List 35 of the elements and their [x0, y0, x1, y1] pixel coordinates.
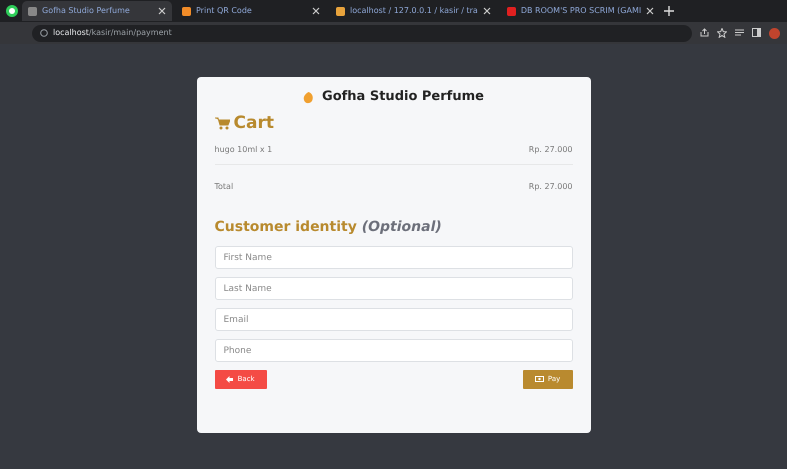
tab-favicon-icon [506, 6, 516, 16]
total-value: Rp. 27.000 [528, 181, 572, 193]
identity-heading: Customer identity [214, 219, 357, 235]
browser-tab[interactable]: Print QR Code [176, 1, 326, 21]
text-field[interactable]: First Name [214, 246, 572, 269]
browser-tab[interactable]: Gofha Studio Perfume [22, 1, 172, 21]
close-icon[interactable] [312, 7, 320, 15]
text-field[interactable]: Email [214, 308, 572, 331]
item-name: hugo 10ml x 1 [214, 144, 272, 156]
info-icon [40, 29, 48, 37]
close-icon[interactable] [482, 7, 491, 15]
address-bar[interactable]: localhost/kasir/main/payment [32, 24, 692, 42]
share-icon[interactable] [700, 28, 709, 36]
logo-icon [303, 90, 314, 104]
cart-icon [214, 116, 230, 130]
money-icon [534, 376, 544, 382]
item-price: Rp. 27.000 [528, 144, 572, 156]
text-field[interactable]: Phone [214, 339, 572, 362]
total-label: Total [214, 181, 234, 193]
browser-tab[interactable]: localhost / 127.0.0.1 / kasir / tra [330, 1, 497, 21]
reading-list-icon[interactable] [735, 28, 744, 36]
close-icon[interactable] [646, 7, 654, 15]
optional-label: (Optional) [362, 219, 442, 235]
tab-favicon-icon [182, 6, 191, 16]
sidebar-icon[interactable] [752, 28, 761, 36]
cart-heading: Cart [234, 112, 274, 134]
text-field[interactable]: Last Name [214, 277, 572, 300]
tab-favicon-icon [28, 6, 37, 16]
tab-favicon-icon [336, 6, 345, 16]
close-icon[interactable] [158, 7, 166, 15]
shop-name: Gofha Studio Perfume [322, 88, 484, 106]
star-icon[interactable] [717, 28, 727, 38]
browser-tab[interactable]: DB ROOM'S PRO SCRIM (GAMI [500, 1, 660, 21]
arrow-icon [226, 376, 234, 383]
new-tab-icon[interactable] [664, 6, 674, 16]
